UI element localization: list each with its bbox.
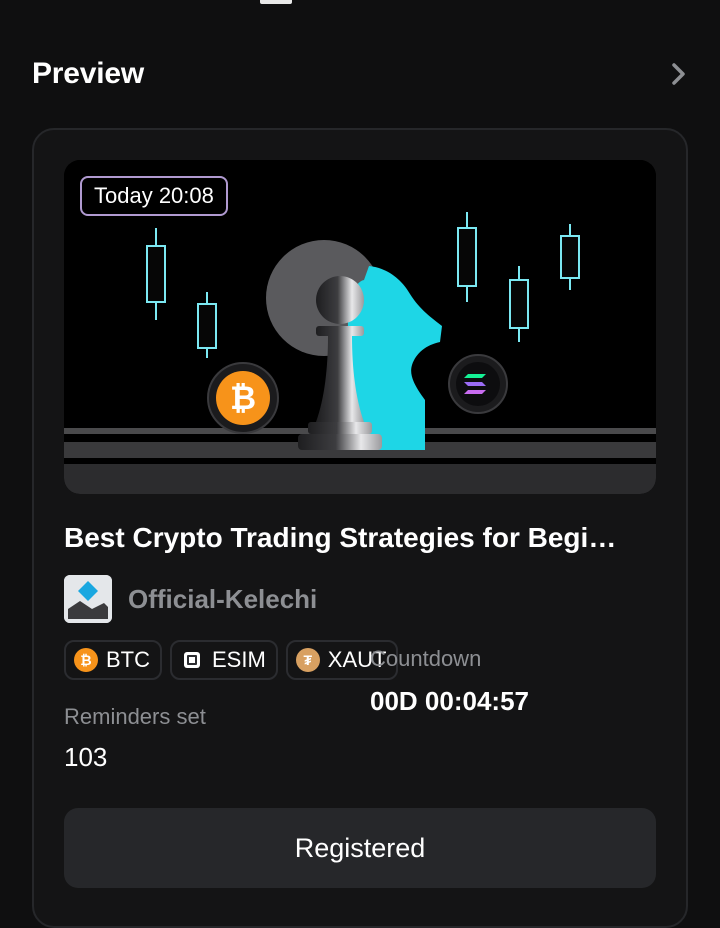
tag-label: BTC bbox=[106, 647, 150, 672]
countdown-value: 00D 00:04:57 bbox=[370, 686, 529, 716]
event-time-badge: Today 20:08 bbox=[80, 176, 228, 216]
avatar bbox=[64, 575, 112, 623]
countdown-label: Countdown bbox=[370, 646, 482, 671]
bitcoin-icon: ₿ bbox=[74, 648, 98, 672]
tag-btc[interactable]: ₿ BTC bbox=[64, 640, 162, 680]
event-banner-image: ₿ Today 20:08 bbox=[64, 160, 656, 494]
author-name[interactable]: Official-Kelechi bbox=[128, 584, 317, 615]
preview-more-button[interactable] bbox=[660, 56, 688, 92]
bitcoin-coin-icon: ₿ bbox=[207, 362, 279, 434]
top-indicator bbox=[260, 0, 292, 4]
event-card[interactable]: ₿ Today 20:08 Best Crypto Trading Strate… bbox=[32, 128, 688, 928]
chevron-right-icon bbox=[672, 63, 685, 85]
event-title[interactable]: Best Crypto Trading Strategies for Begi… bbox=[64, 522, 656, 554]
solana-coin-icon bbox=[448, 354, 508, 414]
tether-gold-icon: ₮ bbox=[295, 648, 320, 672]
registered-button[interactable]: Registered bbox=[64, 808, 656, 888]
avatar-image-icon bbox=[64, 575, 112, 623]
esim-icon bbox=[180, 648, 204, 672]
page-title: Preview bbox=[32, 57, 145, 90]
tag-esim[interactable]: ESIM bbox=[170, 640, 278, 680]
reminders-label: Reminders set bbox=[64, 704, 206, 729]
reminders-count: 103 bbox=[64, 742, 108, 772]
preview-header: Preview bbox=[32, 56, 688, 92]
tag-label: ESIM bbox=[212, 647, 266, 672]
tag-list: ₿ BTC ESIM ₮ XAUT bbox=[64, 640, 399, 680]
svg-text:₿: ₿ bbox=[230, 380, 256, 416]
author-row[interactable]: Official-Kelechi bbox=[64, 574, 317, 624]
